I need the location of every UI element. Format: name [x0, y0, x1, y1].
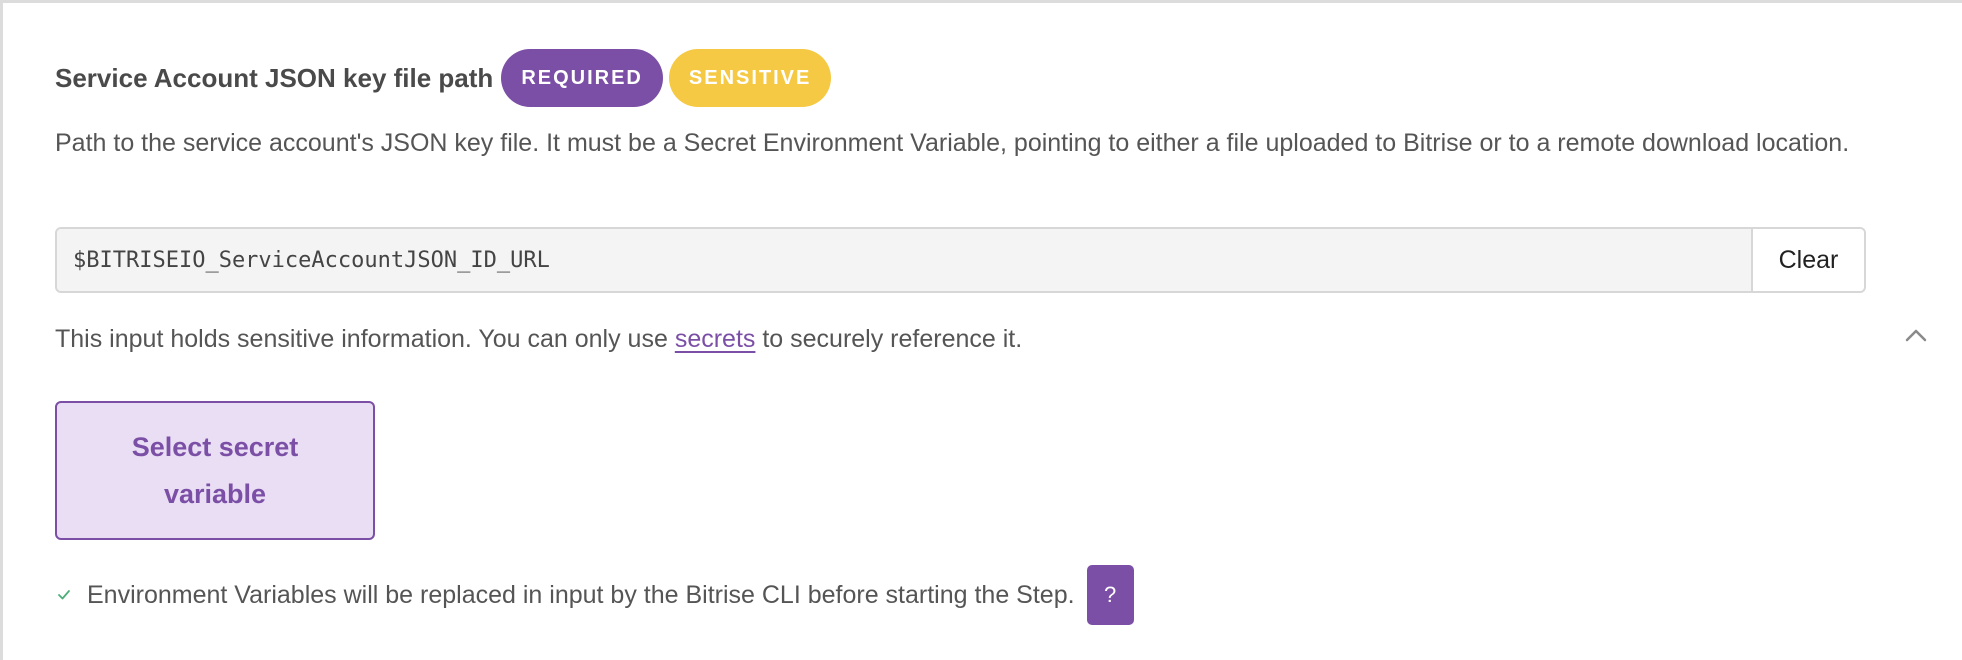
sensitive-badge: SENSITIVE — [668, 49, 832, 107]
clear-button[interactable]: Clear — [1751, 229, 1864, 291]
select-secret-variable-button[interactable]: Select secret variable — [55, 401, 375, 540]
sensitive-note-prefix: This input holds sensitive information. … — [55, 325, 675, 353]
env-var-note: Environment Variables will be replaced i… — [57, 565, 1134, 625]
check-icon — [57, 588, 71, 602]
sensitive-note-suffix: to securely reference it. — [755, 325, 1023, 353]
input-value-field[interactable] — [57, 229, 1751, 291]
secrets-link[interactable]: secrets — [675, 325, 756, 353]
help-button[interactable]: ? — [1086, 565, 1134, 625]
field-description: Path to the service account's JSON key f… — [55, 129, 1850, 157]
field-title: Service Account JSON key file path — [55, 62, 494, 93]
env-var-note-text: Environment Variables will be replaced i… — [87, 580, 1075, 609]
input-group: Clear — [55, 227, 1866, 293]
field-header: Service Account JSON key file path REQUI… — [55, 49, 832, 107]
step-input-panel: Service Account JSON key file path REQUI… — [0, 0, 1962, 660]
required-badge: REQUIRED — [501, 49, 663, 107]
chevron-up-icon[interactable] — [1902, 321, 1930, 349]
sensitive-note: This input holds sensitive information. … — [55, 325, 1022, 354]
